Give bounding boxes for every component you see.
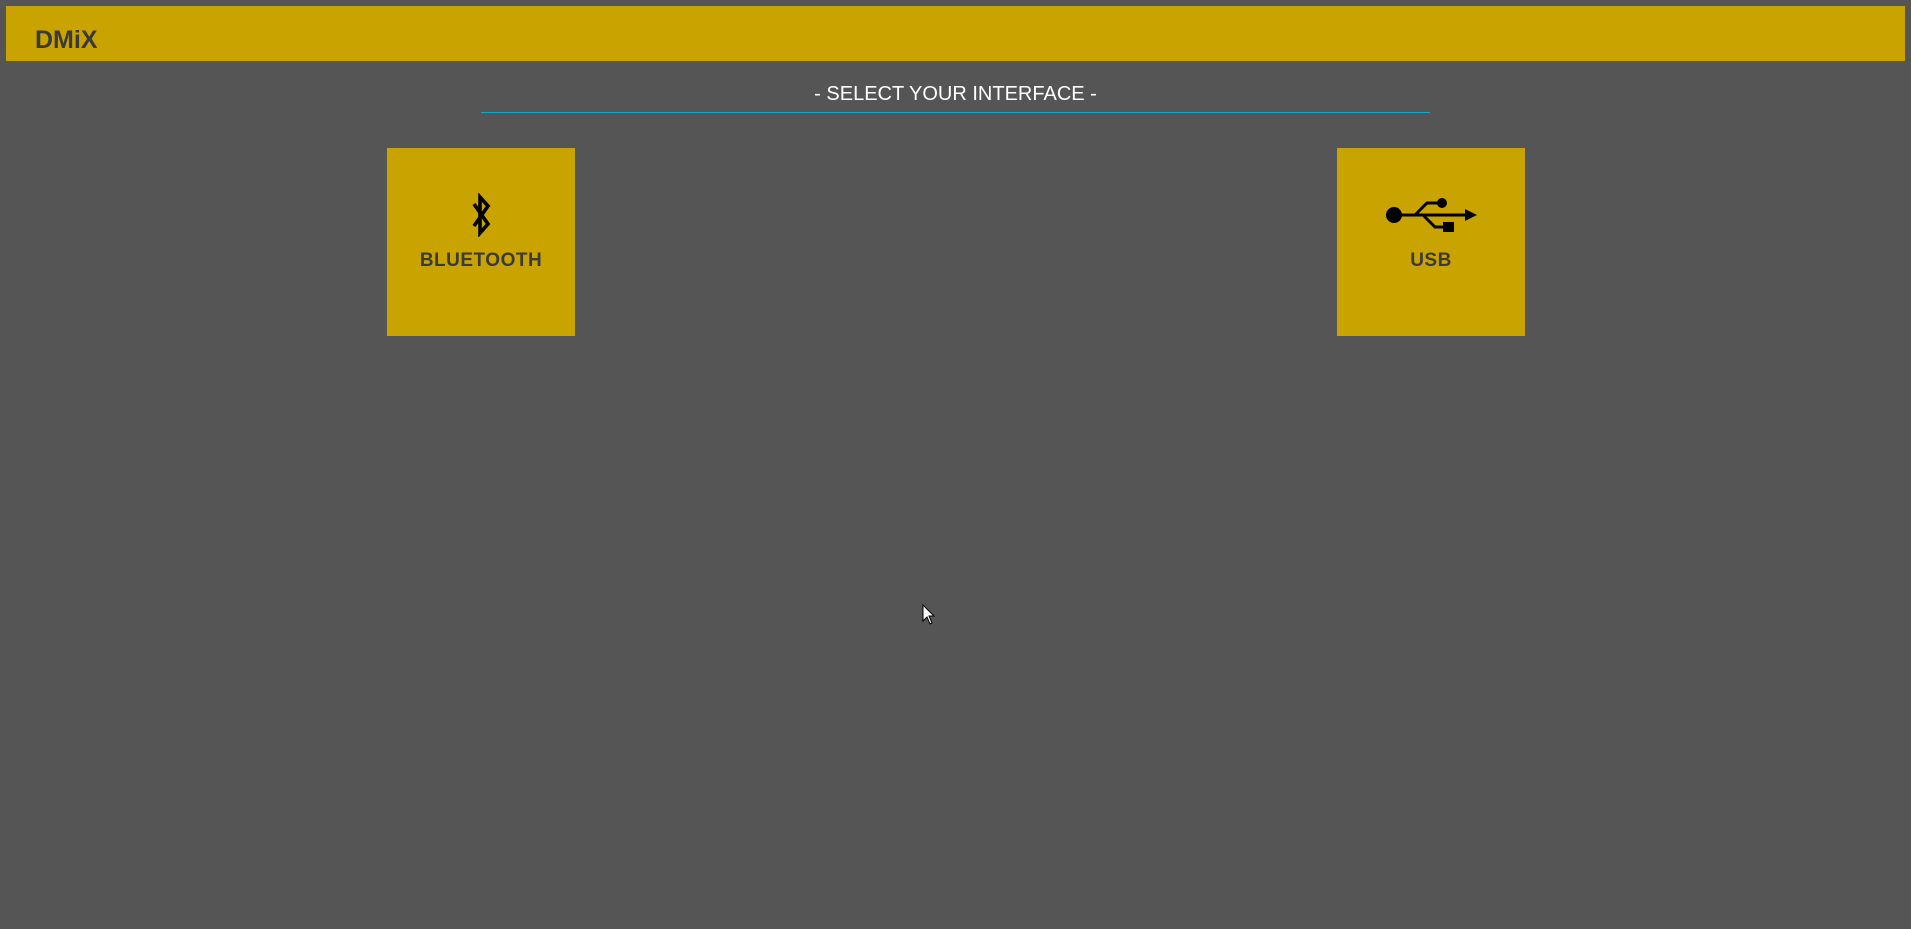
usb-label: USB bbox=[1410, 250, 1452, 271]
mouse-cursor-icon bbox=[922, 603, 936, 626]
bluetooth-button[interactable]: BLUETOOTH bbox=[387, 148, 575, 336]
app-title: DMiX bbox=[35, 26, 98, 54]
heading-divider bbox=[481, 112, 1430, 113]
app-header: DMiX bbox=[6, 6, 1905, 61]
bluetooth-icon bbox=[387, 193, 575, 237]
usb-icon bbox=[1337, 195, 1525, 235]
section-heading: - SELECT YOUR INTERFACE - bbox=[814, 83, 1097, 105]
bluetooth-label: BLUETOOTH bbox=[419, 250, 543, 271]
usb-button[interactable]: USB bbox=[1337, 148, 1525, 336]
